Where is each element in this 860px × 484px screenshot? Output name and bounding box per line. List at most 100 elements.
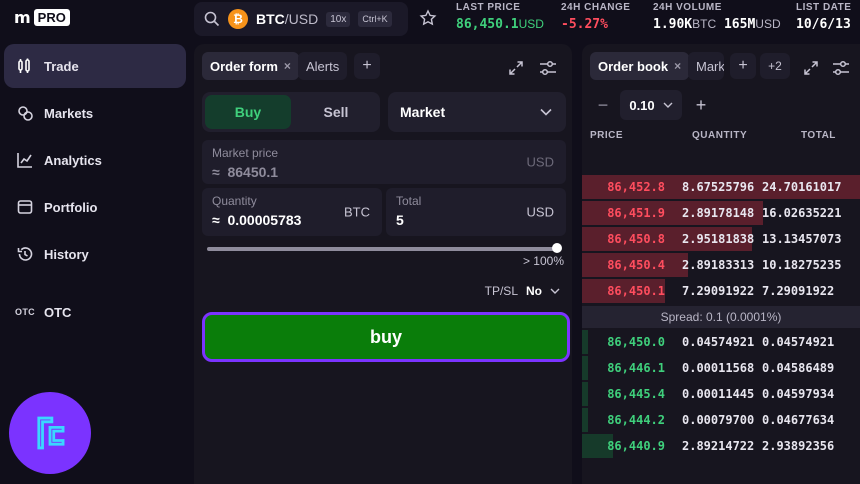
column-header-price: PRICE: [590, 130, 624, 141]
search-icon: [204, 11, 220, 27]
more-tabs-button[interactable]: +2: [760, 53, 790, 79]
kraken-logo-mark: m: [14, 8, 31, 27]
analytics-icon: [16, 151, 34, 169]
row-price: 86,444.2: [607, 413, 665, 427]
tpsl-select[interactable]: TP/SL No: [485, 284, 560, 298]
expand-icon[interactable]: [503, 55, 529, 81]
bid-row[interactable]: 86,440.9 2.89214722 2.93892356: [582, 434, 860, 458]
sidebar: m PRO Trade Markets Analytics Portfolio …: [0, 0, 192, 484]
row-price: 86,445.4: [607, 387, 665, 401]
row-quantity: 0.00011445: [682, 387, 755, 401]
row-quantity: 2.95181838: [682, 232, 755, 246]
bitcoin-icon: ₿: [228, 9, 248, 29]
volume-stat: 24H VOLUME 1.90KBTC 165MUSD: [653, 2, 781, 32]
sidebar-item-markets[interactable]: Markets: [4, 91, 186, 135]
bid-row[interactable]: 86,446.1 0.00011568 0.04586489: [582, 356, 860, 380]
decrease-precision-button[interactable]: −: [590, 92, 616, 118]
pair-search[interactable]: ₿ BTC/USD 10x Ctrl+K: [194, 2, 408, 36]
close-icon[interactable]: ×: [284, 59, 291, 73]
row-quantity: 0.00011568: [682, 361, 755, 375]
sidebar-item-label: Trade: [44, 58, 79, 74]
column-header-quantity: QUANTITY: [692, 130, 748, 141]
row-price: 86,450.4: [607, 258, 665, 272]
last-price-value: 86,450.1: [456, 17, 519, 32]
row-total: 0.04677634: [762, 413, 835, 427]
side-buy-button[interactable]: Buy: [205, 95, 291, 129]
amount-slider-track[interactable]: [207, 247, 557, 251]
last-price-unit: USD: [518, 17, 544, 31]
sidebar-item-label: OTC: [44, 304, 72, 320]
side-sell-button[interactable]: Sell: [293, 95, 379, 129]
order-type-select[interactable]: Market: [388, 92, 566, 132]
row-price: 86,452.8: [607, 180, 665, 194]
quantity-field[interactable]: Quantity ≈ 0.00005783 BTC: [202, 188, 382, 236]
row-total: 2.93892356: [762, 439, 835, 453]
row-price: 86,446.1: [607, 361, 665, 375]
pair-name: BTC/USD: [256, 11, 319, 27]
row-price: 86,440.9: [607, 439, 665, 453]
row-total: 13.13457073: [762, 232, 842, 246]
chevron-down-icon: [550, 288, 560, 294]
market-price-field: Market price ≈ 86450.1 USD: [202, 140, 566, 184]
slider-percent: > 100%: [522, 254, 564, 268]
row-quantity: 0.00079700: [682, 413, 755, 427]
row-total: 0.04574921: [762, 335, 835, 349]
ask-row[interactable]: 86,451.9 2.89178148 16.02635221: [582, 201, 860, 225]
otc-icon: OTC: [15, 307, 35, 317]
ask-row[interactable]: 86,452.8 8.67525796 24.70161017: [582, 175, 860, 199]
submit-buy-button[interactable]: buy: [202, 312, 570, 362]
row-price: 86,450.0: [607, 335, 665, 349]
bid-row[interactable]: 86,450.0 0.04574921 0.04574921: [582, 330, 860, 354]
sidebar-item-trade[interactable]: Trade: [4, 44, 186, 88]
row-price: 86,450.1: [607, 284, 665, 298]
settings-sliders-icon[interactable]: [535, 55, 561, 81]
precision-select[interactable]: 0.10: [620, 90, 682, 120]
row-quantity: 2.89183313: [682, 258, 755, 272]
tab-mark[interactable]: Mark: [688, 52, 724, 80]
history-icon: [16, 245, 34, 263]
increase-precision-button[interactable]: +: [688, 92, 714, 118]
sidebar-item-label: Portfolio: [44, 199, 98, 215]
ask-row[interactable]: 86,450.8 2.95181838 13.13457073: [582, 227, 860, 251]
expand-icon[interactable]: [798, 55, 824, 81]
total-field[interactable]: Total 5 USD: [386, 188, 566, 236]
quantity-input: 0.00005783: [227, 212, 302, 228]
column-header-total: TOTAL: [801, 130, 836, 141]
order-form-panel: Order form × Alerts + Buy Sell Market Mar…: [194, 44, 572, 484]
add-tab-button[interactable]: +: [730, 53, 756, 79]
list-date-stat: LIST DATE 10/6/13: [796, 2, 852, 32]
row-quantity: 2.89178148: [682, 206, 755, 220]
ask-row[interactable]: 86,450.1 7.29091922 7.29091922: [582, 279, 860, 303]
change-stat: 24H CHANGE -5.27%: [561, 2, 631, 32]
add-tab-button[interactable]: +: [354, 53, 380, 79]
tab-order-form[interactable]: Order form ×: [202, 52, 299, 80]
row-quantity: 7.29091922: [682, 284, 755, 298]
row-price: 86,450.8: [607, 232, 665, 246]
portfolio-icon: [16, 198, 34, 216]
change-value: -5.27%: [561, 17, 608, 32]
sidebar-item-otc[interactable]: OTC OTC: [4, 290, 186, 334]
sidebar-item-portfolio[interactable]: Portfolio: [4, 185, 186, 229]
row-total: 16.02635221: [762, 206, 842, 220]
side-toggle: Buy Sell: [202, 92, 380, 132]
settings-sliders-icon[interactable]: [828, 55, 854, 81]
bid-row[interactable]: 86,444.2 0.00079700 0.04677634: [582, 408, 860, 432]
watermark-logo-badge: [9, 392, 91, 474]
row-quantity: 2.89214722: [682, 439, 755, 453]
row-price: 86,451.9: [607, 206, 665, 220]
ask-row[interactable]: 86,450.4 2.89183313 10.18275235: [582, 253, 860, 277]
tab-alerts[interactable]: Alerts: [298, 52, 348, 80]
amount-slider-thumb[interactable]: [552, 243, 562, 253]
kraken-pro-logo[interactable]: m PRO: [14, 8, 70, 27]
tab-order-book[interactable]: Order book ×: [590, 52, 690, 80]
favorite-star-icon[interactable]: [419, 9, 437, 27]
close-icon[interactable]: ×: [674, 59, 681, 73]
tc-logo-icon: [37, 416, 65, 450]
row-total: 7.29091922: [762, 284, 835, 298]
sidebar-item-label: Analytics: [44, 152, 102, 168]
pro-badge: PRO: [33, 9, 70, 26]
leverage-badge: 10x: [326, 11, 351, 27]
bid-row[interactable]: 86,445.4 0.00011445 0.04597934: [582, 382, 860, 406]
sidebar-item-history[interactable]: History: [4, 232, 186, 276]
sidebar-item-analytics[interactable]: Analytics: [4, 138, 186, 182]
